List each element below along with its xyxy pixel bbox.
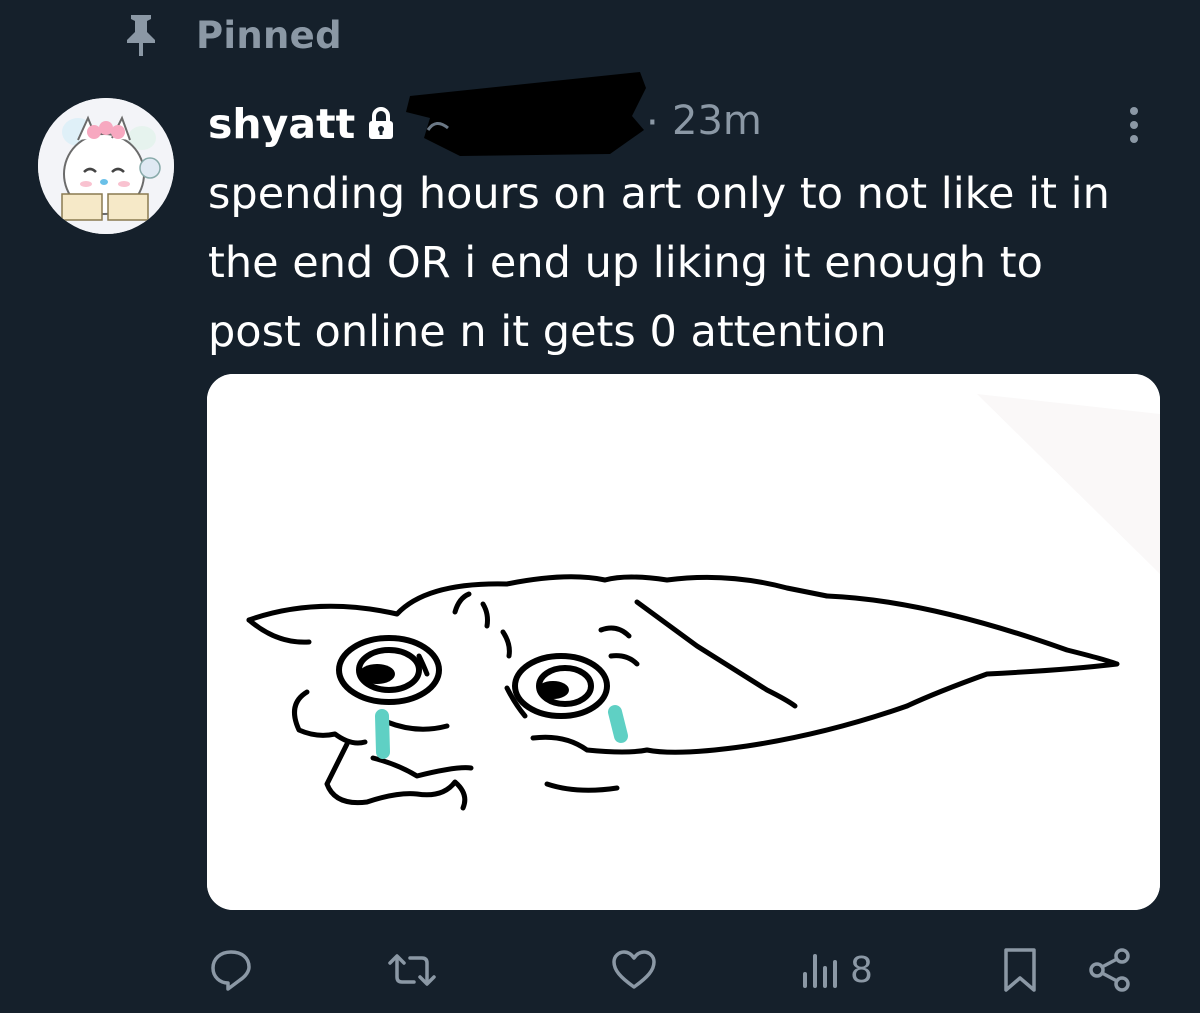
pin-icon xyxy=(120,12,162,58)
tweet-page: Pinned shyatt · 23m spending hours on ar… xyxy=(0,0,1200,1013)
bookmark-icon xyxy=(1004,948,1036,992)
pinned-indicator: Pinned xyxy=(120,12,342,58)
views-count: 8 xyxy=(850,949,873,991)
share-icon xyxy=(1089,948,1130,992)
more-dot-icon xyxy=(1130,107,1138,115)
repost-icon xyxy=(388,954,436,986)
tweet-media[interactable] xyxy=(207,374,1160,910)
reply-icon xyxy=(211,950,251,991)
heart-icon xyxy=(612,950,656,989)
repost-button[interactable] xyxy=(384,935,440,1005)
tweet-header: shyatt xyxy=(208,94,395,154)
more-options-button[interactable] xyxy=(1114,100,1154,150)
avatar[interactable] xyxy=(38,98,174,234)
timestamp-separator: · xyxy=(646,100,659,146)
reply-button[interactable] xyxy=(208,935,254,1005)
views-button[interactable]: 8 xyxy=(800,935,873,1005)
redacted-handle xyxy=(400,68,650,160)
share-button[interactable] xyxy=(1086,935,1136,1005)
display-name[interactable]: shyatt xyxy=(208,100,355,148)
bookmark-button[interactable] xyxy=(1000,935,1040,1005)
more-dot-icon xyxy=(1130,121,1138,129)
like-button[interactable] xyxy=(610,935,658,1005)
crying-cat-drawing-icon xyxy=(207,374,1160,910)
views-icon xyxy=(803,954,837,988)
timestamp[interactable]: 23m xyxy=(672,98,762,144)
tweet-text: spending hours on art only to not like i… xyxy=(208,169,1110,357)
more-dot-icon xyxy=(1130,135,1138,143)
action-bar: 8 xyxy=(0,935,1200,1005)
lock-icon xyxy=(367,107,395,141)
pinned-label: Pinned xyxy=(196,13,342,57)
